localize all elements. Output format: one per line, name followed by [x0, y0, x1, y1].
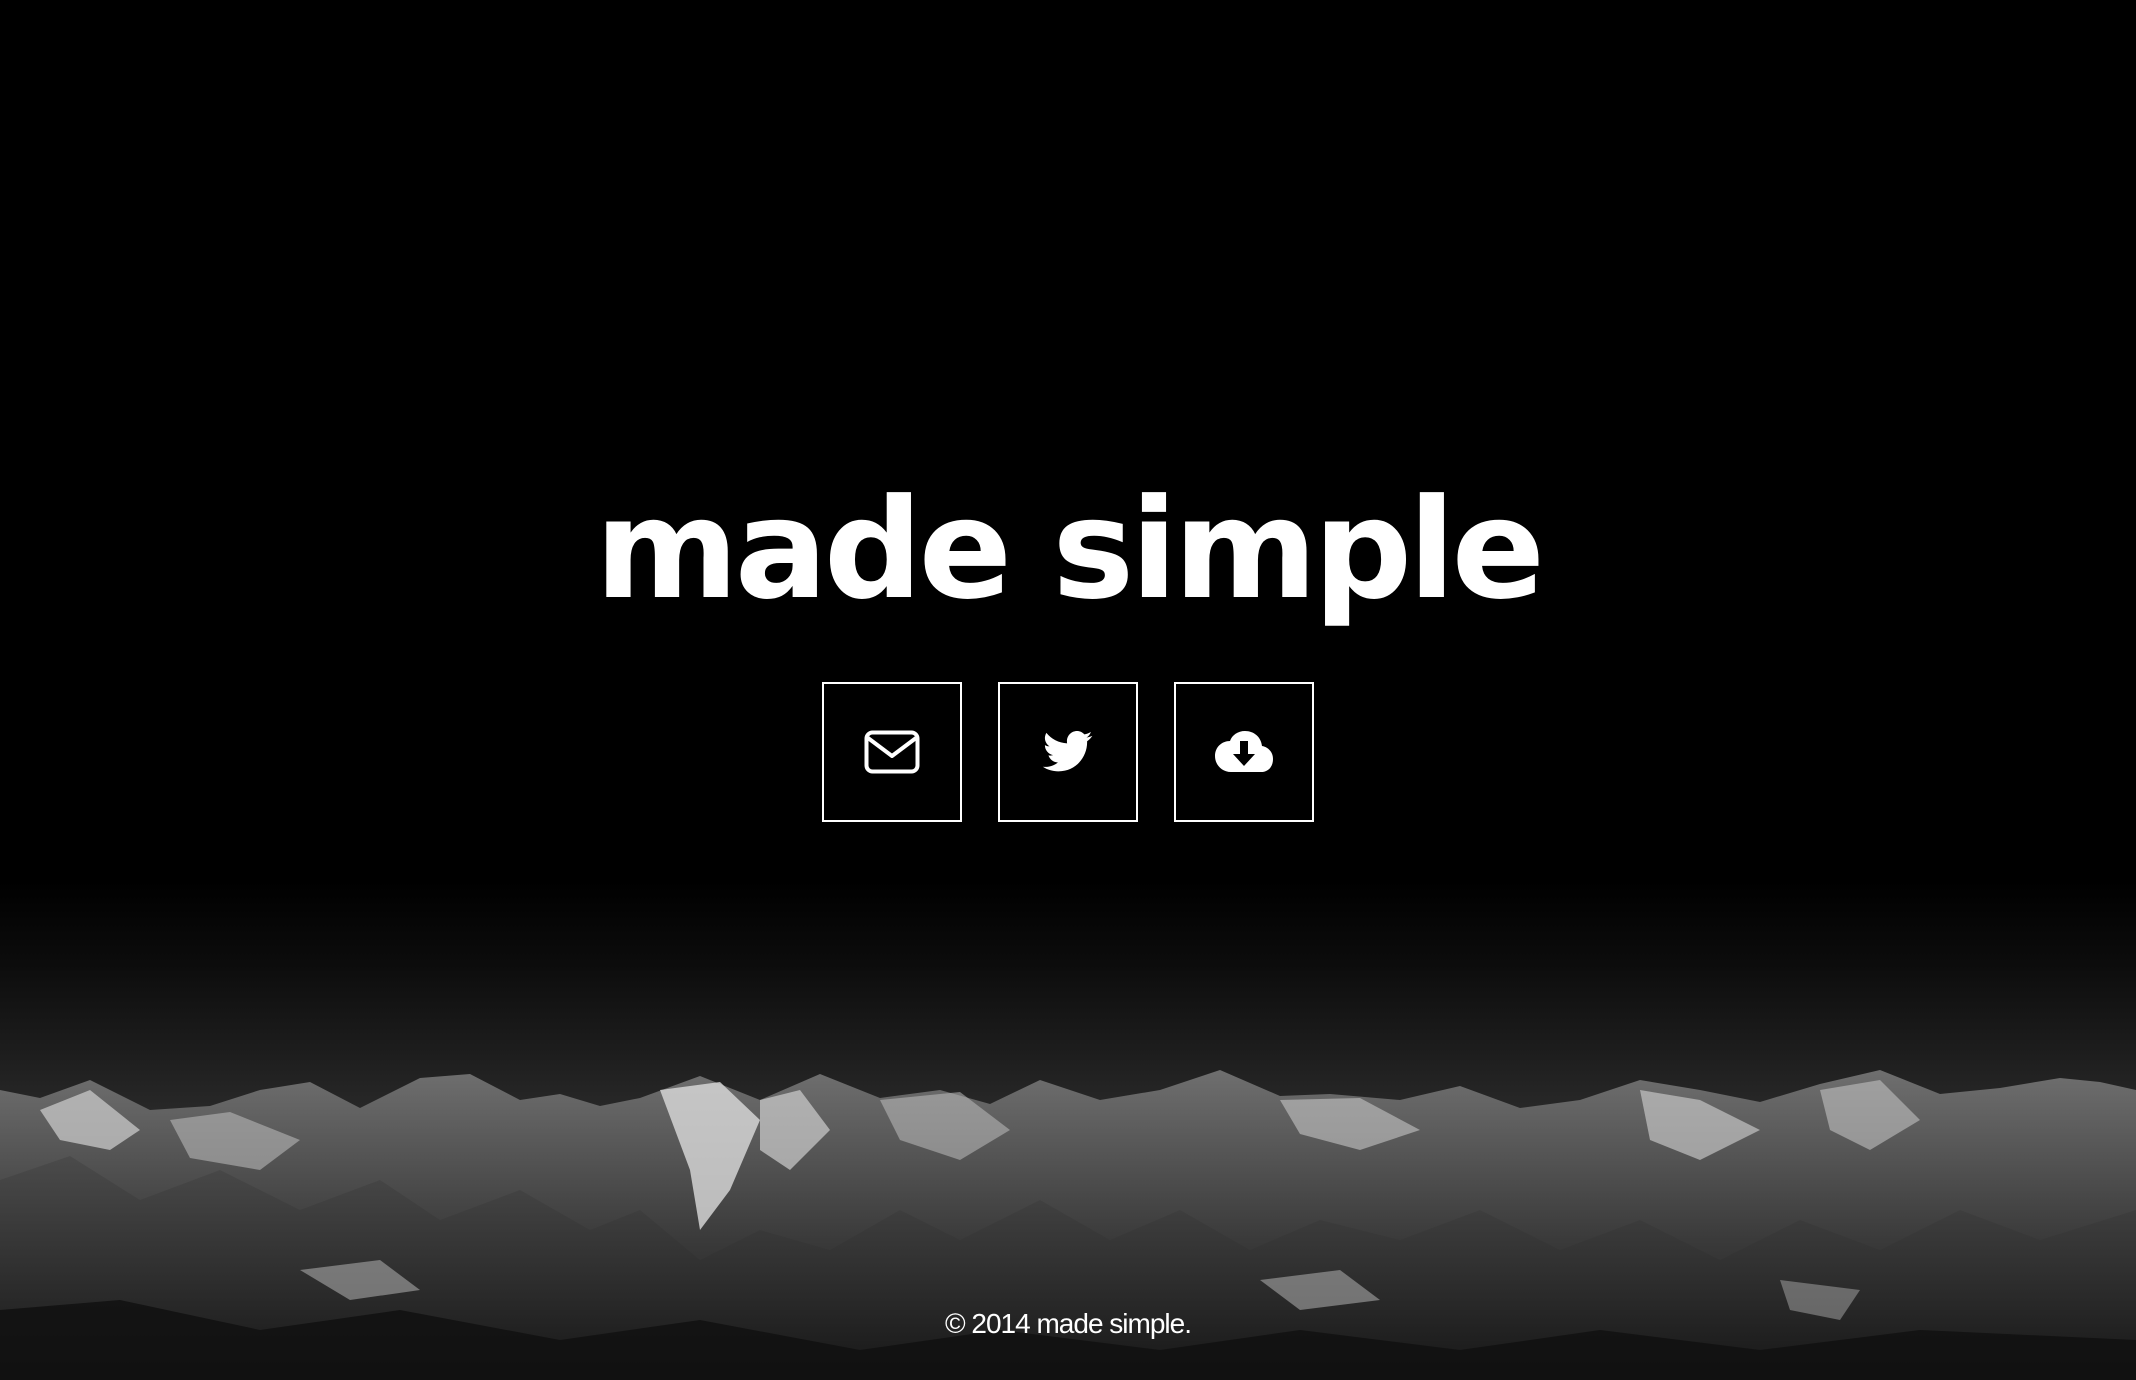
- social-links: [822, 682, 1314, 822]
- landing-page: made simple © 2014 made simple.: [0, 0, 2136, 1380]
- download-button[interactable]: [1174, 682, 1314, 822]
- envelope-icon: [864, 730, 920, 774]
- cloud-download-icon: [1215, 731, 1273, 772]
- twitter-button[interactable]: [998, 682, 1138, 822]
- email-button[interactable]: [822, 682, 962, 822]
- page-title: made simple: [594, 469, 1545, 630]
- twitter-icon: [1042, 731, 1093, 772]
- footer-copyright: © 2014 made simple.: [945, 1308, 1192, 1339]
